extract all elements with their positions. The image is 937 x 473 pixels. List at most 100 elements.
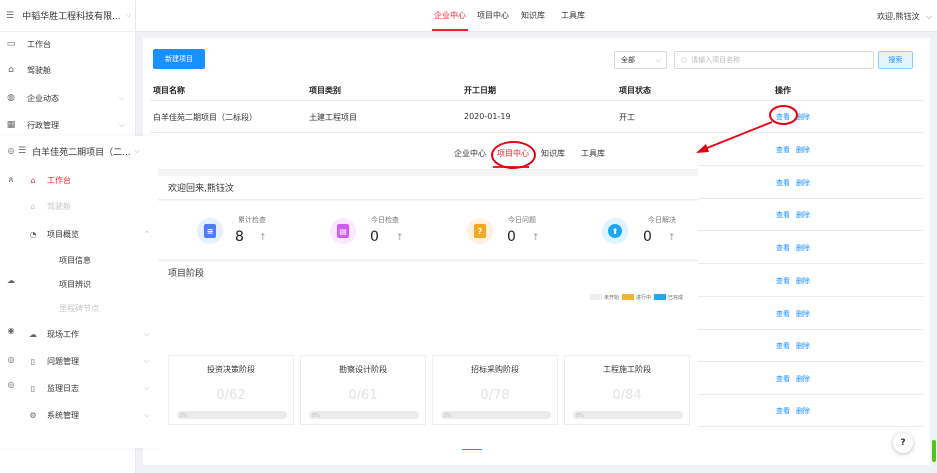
header-divider [150,100,923,101]
tab-knowledge-base[interactable]: 知识库 [541,148,565,159]
gear-icon: ⚙ [29,410,37,420]
sidebar-item-admin[interactable]: ▦ 行政管理 ⌵ [0,112,136,138]
stat-value: 0 [507,229,516,245]
delete-link[interactable]: 删除 [796,342,810,350]
view-link[interactable]: 查看 [776,211,790,219]
user-menu[interactable]: 欢迎,熊钰汶 ⌵ [877,11,932,22]
active-tab-underline [432,29,468,31]
row-divider [698,296,923,297]
tab-knowledge-base[interactable]: 知识库 [521,10,545,21]
arrow-head [696,144,709,153]
sidebar-item-label: 项目概览 [47,229,79,239]
status-filter-select[interactable]: 全部 ⌵ [614,51,667,69]
grid-icon: ▦ [6,120,16,130]
legend-swatch-completed [654,294,667,300]
today-problems-icon: ? [467,218,493,244]
today-resolved-icon: ⬆ [602,218,628,244]
phase-card-survey-design[interactable]: 勘察设计阶段 0/61 0% [300,355,426,425]
arrow-up-icon: ↑ [668,233,676,243]
tab-toolbox[interactable]: 工具库 [581,148,605,159]
tab-enterprise-center[interactable]: 企业中心 [434,10,466,21]
delete-link[interactable]: 删除 [796,277,810,285]
sidebar-item-site-work[interactable]: ☁ 现场工作 ⌵ [28,321,158,347]
cloud-icon: ☁ [7,276,15,285]
sidebar-item-label: 工作台 [47,175,71,185]
delete-link[interactable]: 删除 [796,211,810,219]
search-button[interactable]: 搜索 [878,51,913,69]
document-icon: ▯ [30,356,36,366]
company-name: 中韬华胜工程科技有限... [22,12,121,22]
scrollbar-thumb[interactable] [932,440,936,462]
home-icon: ⌂ [30,201,36,211]
sidebar-subitem-recognize[interactable]: 项目辨识 [59,273,91,295]
globe-icon: ◍ [7,93,15,103]
stat-value: 0 [643,229,652,245]
arrow-shaft [701,121,773,151]
stat-label: 累计检查 [238,216,266,224]
sidebar-item-log[interactable]: ▯ 监理日志 ⌵ [28,375,158,401]
delete-link[interactable]: 删除 [796,244,810,252]
sidebar-item-label: 企业动态 [27,93,59,103]
tab-enterprise-center[interactable]: 企业中心 [454,148,486,159]
sidebar-item-system[interactable]: ⚙ 系统管理 ⌵ [28,402,158,428]
delete-link[interactable]: 删除 [796,310,810,318]
column-header-status: 项目状态 [619,85,651,95]
arrow-up-icon: ↑ [396,233,404,243]
sidebar-item-workbench[interactable]: ⌂ 工作台 [28,167,158,193]
delete-link[interactable]: 删除 [796,179,810,187]
table-row-actions: 查看 删除 [776,309,816,319]
sidebar-item-news[interactable]: ◍ 企业动态 ⌵ [0,85,136,111]
view-link[interactable]: 查看 [776,310,790,318]
annotation-arrow [696,121,773,153]
table-row-actions: 查看 删除 [776,276,816,286]
view-link[interactable]: 查看 [776,244,790,252]
project-search-input[interactable]: ○ 请输入项目名称 [674,51,874,69]
phase-progress-bar: 0% [309,411,419,419]
sidebar-item-workbench[interactable]: ▭ 工作台 [0,31,136,57]
chevron-down-icon: ⌵ [144,356,150,365]
sidebar-item-problems[interactable]: ▯ 问题管理 ⌵ [28,348,158,374]
sidebar-item-label: 问题管理 [47,356,79,366]
home-icon: ⌂ [8,65,14,75]
row-divider [698,329,923,330]
cell-project-category: 土建工程项目 [309,113,357,122]
sidebar-item-cockpit[interactable]: ⌂ 驾驶舱 [0,57,136,83]
sidebar-subitem-milestone[interactable]: 里程碑节点 [59,297,99,319]
sidebar-item-cockpit[interactable]: ⌂ 驾驶舱 [28,193,158,219]
tab-toolbox[interactable]: 工具库 [561,10,585,21]
phase-name: 工程施工阶段 [603,365,651,374]
view-link[interactable]: 查看 [776,277,790,285]
delete-link[interactable]: 删除 [796,407,810,415]
delete-link[interactable]: 删除 [796,113,810,121]
sidebar-item-overview[interactable]: ◔ 项目概览 ⌃ [28,221,158,247]
chevron-down-icon: ⌵ [134,146,140,155]
pagination-current[interactable] [462,449,482,453]
phase-card-bidding[interactable]: 招标采购阶段 0/78 0% [432,355,558,425]
menu-fold-icon[interactable]: ☰ [18,146,26,156]
phase-card-investment[interactable]: 投资决策阶段 0/62 0% [168,355,294,425]
company-switcher[interactable]: ☰ 中韬华胜工程科技有限... ⌵ [0,0,136,32]
view-link[interactable]: 查看 [776,342,790,350]
help-button[interactable]: ? [893,433,913,453]
user-greeting: 欢迎,熊钰汶 [877,12,920,21]
cell-status: 开工 [619,113,635,122]
delete-link[interactable]: 删除 [796,146,810,154]
view-link[interactable]: 查看 [776,375,790,383]
row-divider [698,165,923,166]
progress-text: 0% [444,413,452,419]
chevron-down-icon: ⌵ [926,12,933,21]
view-link[interactable]: 查看 [776,179,790,187]
phase-card-construction[interactable]: 工程施工阶段 0/84 0% [564,355,690,425]
tab-project-center[interactable]: 项目中心 [477,10,509,21]
menu-fold-icon[interactable]: ☰ [6,11,14,21]
phase-name: 投资决策阶段 [207,365,255,374]
delete-link[interactable]: 删除 [796,375,810,383]
view-link[interactable]: 查看 [776,407,790,415]
progress-text: 0% [180,413,188,419]
row-divider [698,394,923,395]
project-switcher[interactable]: ☰ 白羊佳苑二期项目（二... ⌵ [18,136,158,166]
new-project-button[interactable]: 新建项目 [153,49,205,69]
chevron-up-icon: ⌃ [144,230,150,238]
sidebar-subitem-info[interactable]: 项目信息 [59,249,91,271]
progress-text: 0% [576,413,584,419]
